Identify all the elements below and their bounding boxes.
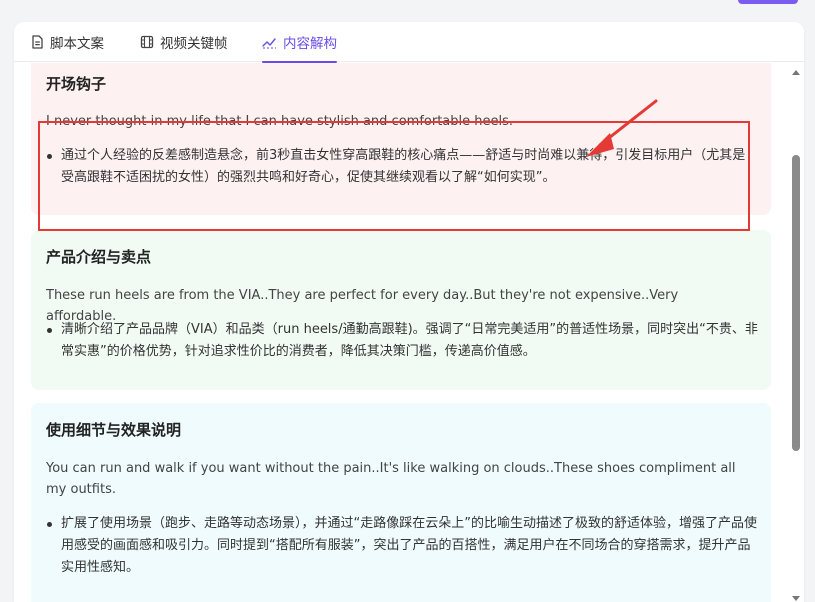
- section-usage-details: 使用细节与效果说明 You can run and walk if you wa…: [31, 403, 771, 602]
- content-panel: 脚本文案 视频关键帧 内容解构 开场钩子 I never thought in …: [14, 22, 804, 602]
- section-product-intro: 产品介绍与卖点 These run heels are from the VIA…: [31, 230, 771, 390]
- tab-script-label: 脚本文案: [50, 36, 104, 52]
- section-title: 使用细节与效果说明: [46, 421, 182, 439]
- tab-keyframes[interactable]: 视频关键帧: [140, 22, 228, 62]
- analysis-content[interactable]: 开场钩子 I never thought in my life that I c…: [14, 63, 788, 602]
- section-quote: You can run and walk if you want without…: [46, 461, 736, 497]
- tab-analysis-label: 内容解构: [283, 36, 337, 52]
- scroll-thumb[interactable]: [792, 155, 800, 451]
- section-title: 开场钩子: [46, 75, 107, 93]
- trend-chart-icon: [262, 38, 276, 49]
- scroll-down-arrow-icon[interactable]: [792, 596, 800, 601]
- tab-keyframes-label: 视频关键帧: [160, 36, 228, 52]
- section-quote: I never thought in my life that I can ha…: [46, 114, 514, 129]
- scroll-up-arrow-icon[interactable]: [792, 70, 800, 75]
- document-icon: [32, 35, 43, 49]
- section-title: 产品介绍与卖点: [46, 248, 152, 266]
- top-accent-bar: [738, 0, 798, 4]
- vertical-scrollbar[interactable]: [788, 63, 804, 602]
- film-icon: [140, 35, 154, 49]
- tab-analysis[interactable]: 内容解构: [262, 22, 337, 63]
- section-bullet: 通过个人经验的反差感制造悬念，前3秒直击女性穿高跟鞋的核心痛点——舒适与时尚难以…: [46, 145, 758, 189]
- section-opening-hook: 开场钩子 I never thought in my life that I c…: [31, 63, 771, 215]
- section-bullet: 扩展了使用场景（跑步、走路等动态场景），并通过“走路像踩在云朵上”的比喻生动描述…: [46, 513, 758, 579]
- tab-script[interactable]: 脚本文案: [31, 22, 104, 62]
- section-bullet: 清晰介绍了产品品牌（VIA）和品类（run heels/通勤高跟鞋)。强调了“日…: [46, 319, 758, 363]
- tab-bar: 脚本文案 视频关键帧 内容解构: [14, 22, 804, 63]
